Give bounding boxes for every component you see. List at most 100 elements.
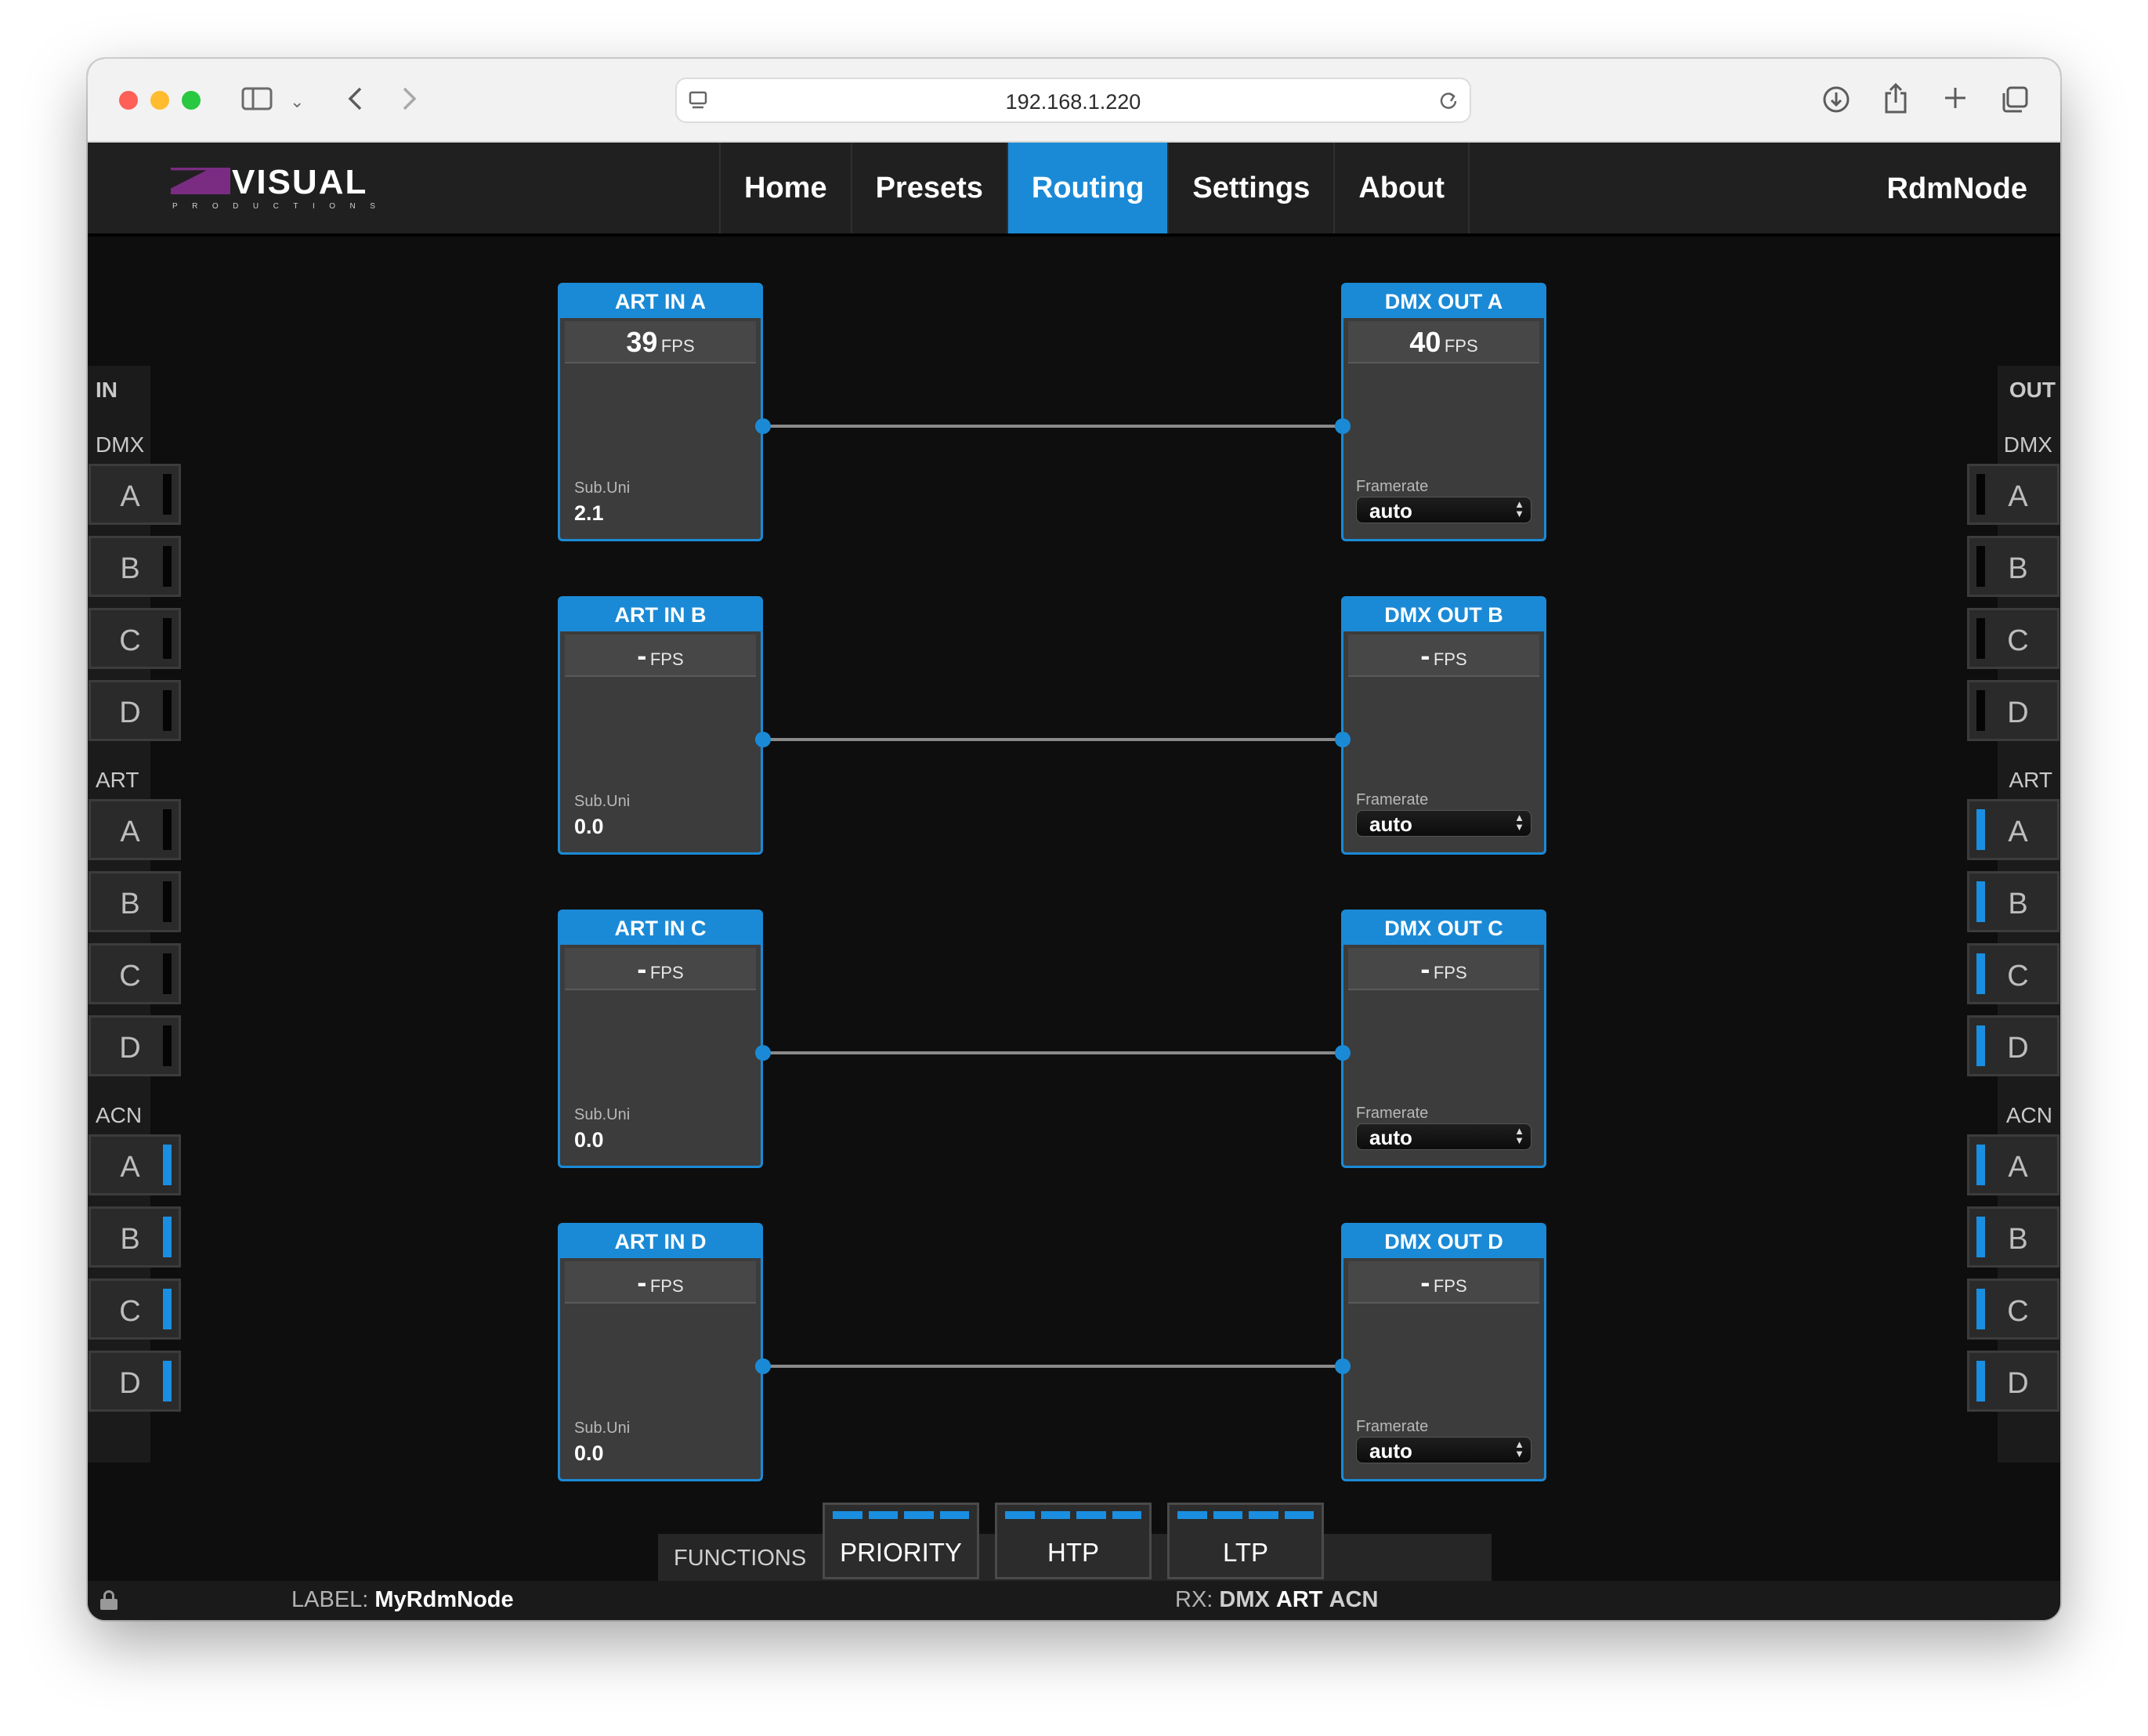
nav-tab-settings[interactable]: Settings [1167, 143, 1333, 233]
sidebar-toggle-icon[interactable] [241, 87, 273, 110]
download-icon[interactable] [1822, 85, 1850, 118]
framerate-value: auto [1369, 499, 1412, 523]
route-a-input-port[interactable] [1335, 418, 1351, 434]
route-c-output-port[interactable] [755, 1045, 771, 1061]
fps-unit: FPS [1433, 963, 1467, 982]
channel-label: A [120, 1151, 140, 1184]
channel-indicator [1976, 690, 1985, 731]
fps-readout: - FPS [1348, 1261, 1539, 1304]
nav-tab-routing[interactable]: Routing [1006, 143, 1168, 233]
subuni-label: Sub.Uni [574, 793, 631, 810]
address-bar[interactable]: 192.168.1.220 [675, 78, 1471, 123]
input-dmx-a-button[interactable]: A [89, 464, 181, 525]
input-acn-d-button[interactable]: D [89, 1351, 181, 1412]
channel-label: D [2007, 1367, 2029, 1400]
device-name: RdmNode [1886, 172, 2027, 205]
output-acn-d-button[interactable]: D [1967, 1351, 2059, 1412]
fps-readout: - FPS [565, 948, 756, 990]
input-block-art-in-a[interactable]: ART IN A 39 FPS Sub.Uni 2.1 [558, 283, 763, 541]
output-dmx-c-button[interactable]: C [1967, 608, 2059, 669]
output-section-dmx-label: DMX [2003, 432, 2052, 457]
output-acn-b-button[interactable]: B [1967, 1206, 2059, 1268]
select-arrows-icon: ▲ ▼ [1514, 1125, 1524, 1146]
output-acn-c-button[interactable]: C [1967, 1278, 2059, 1340]
input-block-art-in-d[interactable]: ART IN D - FPS Sub.Uni 0.0 [558, 1223, 763, 1481]
ltp-button[interactable]: LTP [1167, 1503, 1324, 1579]
input-dmx-b-button[interactable]: B [89, 536, 181, 597]
back-icon[interactable] [346, 85, 363, 117]
output-dmx-b-button[interactable]: B [1967, 536, 2059, 597]
input-dmx-d-button[interactable]: D [89, 680, 181, 741]
framerate-select[interactable]: auto ▲ ▼ [1356, 810, 1531, 837]
output-art-b-button[interactable]: B [1967, 871, 2059, 932]
fps-value: - [637, 953, 647, 985]
channel-label: C [2007, 1295, 2029, 1328]
input-block-art-in-b[interactable]: ART IN B - FPS Sub.Uni 0.0 [558, 596, 763, 855]
output-acn-a-button[interactable]: A [1967, 1134, 2059, 1195]
input-art-a-button[interactable]: A [89, 799, 181, 860]
channel-label: C [119, 624, 141, 657]
fps-unit: FPS [649, 963, 684, 982]
logo-subtext: PRODUCTIONS [172, 202, 390, 211]
framerate-value: auto [1369, 1126, 1412, 1149]
visual-productions-logo: VISUAL PRODUCTIONS [171, 163, 406, 213]
zoom-window-button[interactable] [182, 91, 201, 110]
output-block-dmx-out-c[interactable]: DMX OUT C - FPS Framerate auto ▲ ▼ [1341, 910, 1546, 1168]
output-dmx-a-button[interactable]: A [1967, 464, 2059, 525]
input-block-art-in-c[interactable]: ART IN C - FPS Sub.Uni 0.0 [558, 910, 763, 1168]
channel-label: C [2007, 624, 2029, 657]
select-arrows-icon: ▲ ▼ [1514, 1438, 1524, 1459]
route-d-input-port[interactable] [1335, 1358, 1351, 1374]
input-art-b-button[interactable]: B [89, 871, 181, 932]
close-window-button[interactable] [119, 91, 138, 110]
input-art-c-button[interactable]: C [89, 943, 181, 1004]
output-block-dmx-out-b[interactable]: DMX OUT B - FPS Framerate auto ▲ ▼ [1341, 596, 1546, 855]
channel-label: C [119, 960, 141, 993]
framerate-select[interactable]: auto ▲ ▼ [1356, 497, 1531, 523]
nav-tab-about[interactable]: About [1333, 143, 1470, 233]
channel-label: B [2008, 1223, 2028, 1256]
priority-button[interactable]: PRIORITY [823, 1503, 979, 1579]
block-title: DMX OUT B [1343, 599, 1544, 631]
function-button-label: PRIORITY [840, 1538, 962, 1567]
tab-overview-icon[interactable] [2001, 85, 2029, 118]
share-icon[interactable] [1883, 82, 1908, 118]
route-a-output-port[interactable] [755, 418, 771, 434]
input-dmx-c-button[interactable]: C [89, 608, 181, 669]
output-dmx-d-button[interactable]: D [1967, 680, 2059, 741]
route-d-output-port[interactable] [755, 1358, 771, 1374]
htp-button[interactable]: HTP [995, 1503, 1152, 1579]
framerate-select[interactable]: auto ▲ ▼ [1356, 1123, 1531, 1150]
output-art-c-button[interactable]: C [1967, 943, 2059, 1004]
chevron-down-icon[interactable]: ⌄ [290, 89, 304, 115]
nav-tab-home[interactable]: Home [719, 143, 851, 233]
route-c-input-port[interactable] [1335, 1045, 1351, 1061]
output-panel-title: OUT [2009, 378, 2056, 402]
minimize-window-button[interactable] [150, 91, 169, 110]
framerate-select[interactable]: auto ▲ ▼ [1356, 1437, 1531, 1463]
input-acn-a-button[interactable]: A [89, 1134, 181, 1195]
reload-icon[interactable] [1438, 90, 1459, 116]
output-block-dmx-out-d[interactable]: DMX OUT D - FPS Framerate auto ▲ ▼ [1341, 1223, 1546, 1481]
route-b-output-port[interactable] [755, 732, 771, 747]
nav-tab-presets[interactable]: Presets [850, 143, 1007, 233]
channel-indicator [163, 1025, 172, 1066]
output-art-a-button[interactable]: A [1967, 799, 2059, 860]
route-link-c [761, 1051, 1343, 1054]
input-acn-c-button[interactable]: C [89, 1278, 181, 1340]
output-art-d-button[interactable]: D [1967, 1015, 2059, 1076]
channel-label: B [120, 552, 140, 585]
new-tab-icon[interactable] [1943, 85, 1968, 115]
input-art-d-button[interactable]: D [89, 1015, 181, 1076]
fps-readout: - FPS [565, 1261, 756, 1304]
output-block-dmx-out-a[interactable]: DMX OUT A 40 FPS Framerate auto ▲ ▼ [1341, 283, 1546, 541]
input-acn-b-button[interactable]: B [89, 1206, 181, 1268]
fps-unit: FPS [649, 649, 684, 669]
main-nav: Home Presets Routing Settings About [719, 143, 1470, 233]
lock-icon[interactable] [100, 1590, 118, 1610]
framerate-label: Framerate [1356, 1105, 1429, 1122]
route-b-input-port[interactable] [1335, 732, 1351, 747]
forward-icon[interactable] [401, 85, 418, 117]
fps-value: - [637, 639, 647, 671]
fps-unit: FPS [1433, 1276, 1467, 1296]
